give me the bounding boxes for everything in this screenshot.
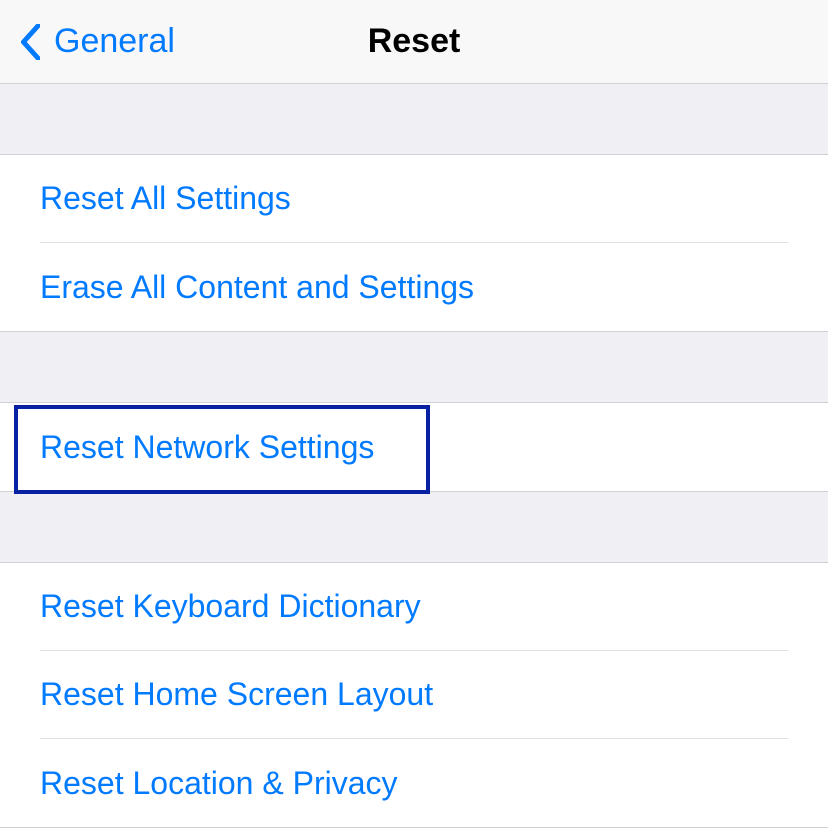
section-general-reset: Reset All Settings Erase All Content and… [0, 154, 828, 332]
erase-all-content-item[interactable]: Erase All Content and Settings [0, 243, 828, 331]
section-spacer [0, 492, 828, 562]
reset-all-settings-item[interactable]: Reset All Settings [0, 155, 828, 243]
list-item-label: Reset Network Settings [40, 403, 788, 491]
list-item-label: Reset All Settings [40, 155, 788, 243]
reset-location-privacy-item[interactable]: Reset Location & Privacy [0, 739, 828, 827]
reset-network-settings-item[interactable]: Reset Network Settings [0, 403, 828, 491]
page-title: Reset [368, 22, 461, 61]
list-item-label: Reset Keyboard Dictionary [40, 563, 788, 651]
list-item-label: Reset Home Screen Layout [40, 651, 788, 739]
section-network-reset: Reset Network Settings [0, 402, 828, 492]
list-item-label: Erase All Content and Settings [40, 243, 788, 331]
back-button[interactable]: General [0, 22, 175, 62]
chevron-left-icon [18, 22, 42, 62]
section-spacer [0, 84, 828, 154]
section-spacer [0, 332, 828, 402]
list-item-label: Reset Location & Privacy [40, 739, 788, 827]
reset-keyboard-dictionary-item[interactable]: Reset Keyboard Dictionary [0, 563, 828, 651]
reset-home-screen-layout-item[interactable]: Reset Home Screen Layout [0, 651, 828, 739]
section-other-reset: Reset Keyboard Dictionary Reset Home Scr… [0, 562, 828, 828]
navbar: General Reset [0, 0, 828, 84]
back-label: General [54, 22, 175, 61]
